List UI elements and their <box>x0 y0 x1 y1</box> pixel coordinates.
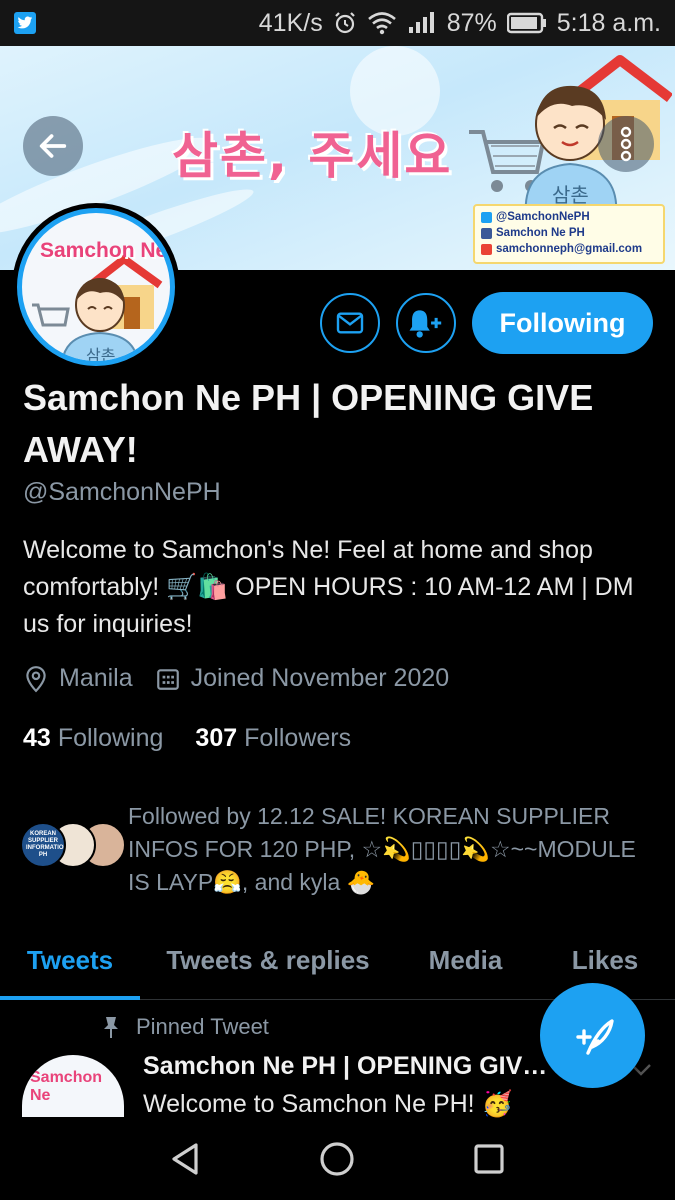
more-options-button[interactable] <box>598 116 654 172</box>
nav-home-icon[interactable] <box>317 1139 357 1179</box>
profile-avatar[interactable]: 삼촌 Samchon Ne <box>12 203 180 371</box>
following-button[interactable]: Following <box>472 292 653 354</box>
follower-avatar-1: KOREAN SUPPLIER INFORMATION PH <box>20 822 66 868</box>
message-button[interactable] <box>320 293 380 353</box>
contact-facebook: Samchon Ne PH <box>481 225 657 241</box>
contact-card: @SamchonNePH Samchon Ne PH samchonneph@g… <box>473 204 665 264</box>
profile-name: Samchon Ne PH | OPENING GIVE AWAY! <box>23 377 594 470</box>
avatar-shirt-text: 삼촌 <box>86 346 115 365</box>
nav-recents-icon[interactable] <box>469 1139 509 1179</box>
avatar-character: 삼촌 <box>61 278 139 365</box>
pinned-tweet-text: Pinned Tweet <box>136 1014 269 1039</box>
location-pin-icon <box>26 665 46 692</box>
android-nav-bar <box>0 1118 675 1200</box>
contact-email: samchonneph@gmail.com <box>481 241 657 257</box>
clock: 5:18 a.m. <box>556 8 661 37</box>
notifications-button[interactable] <box>396 293 456 353</box>
tweet-author[interactable]: Samchon Ne PH | OPENING GIVE AWAY! <box>143 1052 548 1081</box>
twitter-icon <box>481 211 492 223</box>
profile-location: Manila <box>23 664 133 693</box>
following-label: Following <box>57 724 164 752</box>
battery-icon <box>506 12 546 34</box>
bell-plus-icon <box>409 310 442 338</box>
facebook-icon <box>481 227 492 239</box>
profile-bio: Welcome to Samchon's Ne! Feel at home an… <box>23 536 634 638</box>
tweet-avatar-label: Samchon Ne <box>30 1069 103 1104</box>
tab-tweets-replies[interactable]: Tweets & replies <box>140 922 396 999</box>
profile-handle: @SamchonNePH <box>23 478 221 506</box>
pin-icon <box>104 1017 118 1038</box>
signal-icon <box>408 12 434 33</box>
contact-twitter: @SamchonNePH <box>481 209 657 225</box>
feather-plus-icon <box>575 1018 614 1055</box>
envelope-icon <box>336 312 364 334</box>
calendar-icon <box>156 668 179 690</box>
location-text: Manila <box>59 664 133 692</box>
pinned-tweet-label: Pinned Tweet <box>100 1014 269 1040</box>
back-button[interactable] <box>23 116 83 176</box>
follower-avatar-1-label: KOREAN SUPPLIER INFORMATION PH <box>26 831 66 858</box>
profile-joined: Joined November 2020 <box>155 664 450 693</box>
tab-tweets[interactable]: Tweets <box>0 922 140 1000</box>
joined-text: Joined November 2020 <box>190 664 450 692</box>
nav-back-icon[interactable] <box>166 1139 206 1179</box>
followed-by-text: Followed by 12.12 SALE! KOREAN SUPPLIER … <box>128 803 636 895</box>
twitter-icon <box>14 12 36 34</box>
status-right: 41K/s 87% 5:18 a.m. <box>259 9 661 38</box>
following-count: 43 <box>23 724 51 752</box>
profile-counts: 43 Following 307 Followers <box>23 724 383 753</box>
followers-label: Followers <box>244 724 352 752</box>
vertical-dots-icon <box>620 126 632 162</box>
followers-count: 307 <box>195 724 238 752</box>
network-speed: 41K/s <box>258 8 323 37</box>
banner-title: 삼촌, 주세요 <box>172 127 453 185</box>
tab-media[interactable]: Media <box>396 922 535 999</box>
alarm-icon <box>334 12 355 34</box>
battery-percent: 87% <box>446 8 497 37</box>
avatar-label: Samchon Ne <box>40 239 168 262</box>
tweet-text[interactable]: Welcome to Samchon Ne PH! 🥳 <box>143 1090 513 1119</box>
contact-facebook-text: Samchon Ne PH <box>496 227 585 239</box>
arrow-left-icon <box>39 134 67 158</box>
followers-count-link[interactable]: 307 Followers <box>195 724 351 753</box>
contact-twitter-text: @SamchonNePH <box>496 211 590 223</box>
following-count-link[interactable]: 43 Following <box>23 724 163 753</box>
gmail-icon <box>481 243 492 255</box>
contact-email-text: samchonneph@gmail.com <box>496 243 643 255</box>
profile-meta: Manila Joined November 2020 <box>23 664 471 693</box>
status-bar: 41K/s 87% 5:18 a.m. <box>0 0 675 46</box>
wifi-icon <box>367 12 396 35</box>
avatar-image: 삼촌 Samchon Ne <box>17 208 175 366</box>
compose-tweet-button[interactable] <box>540 983 645 1088</box>
tweet-avatar[interactable]: Samchon Ne <box>22 1055 124 1117</box>
